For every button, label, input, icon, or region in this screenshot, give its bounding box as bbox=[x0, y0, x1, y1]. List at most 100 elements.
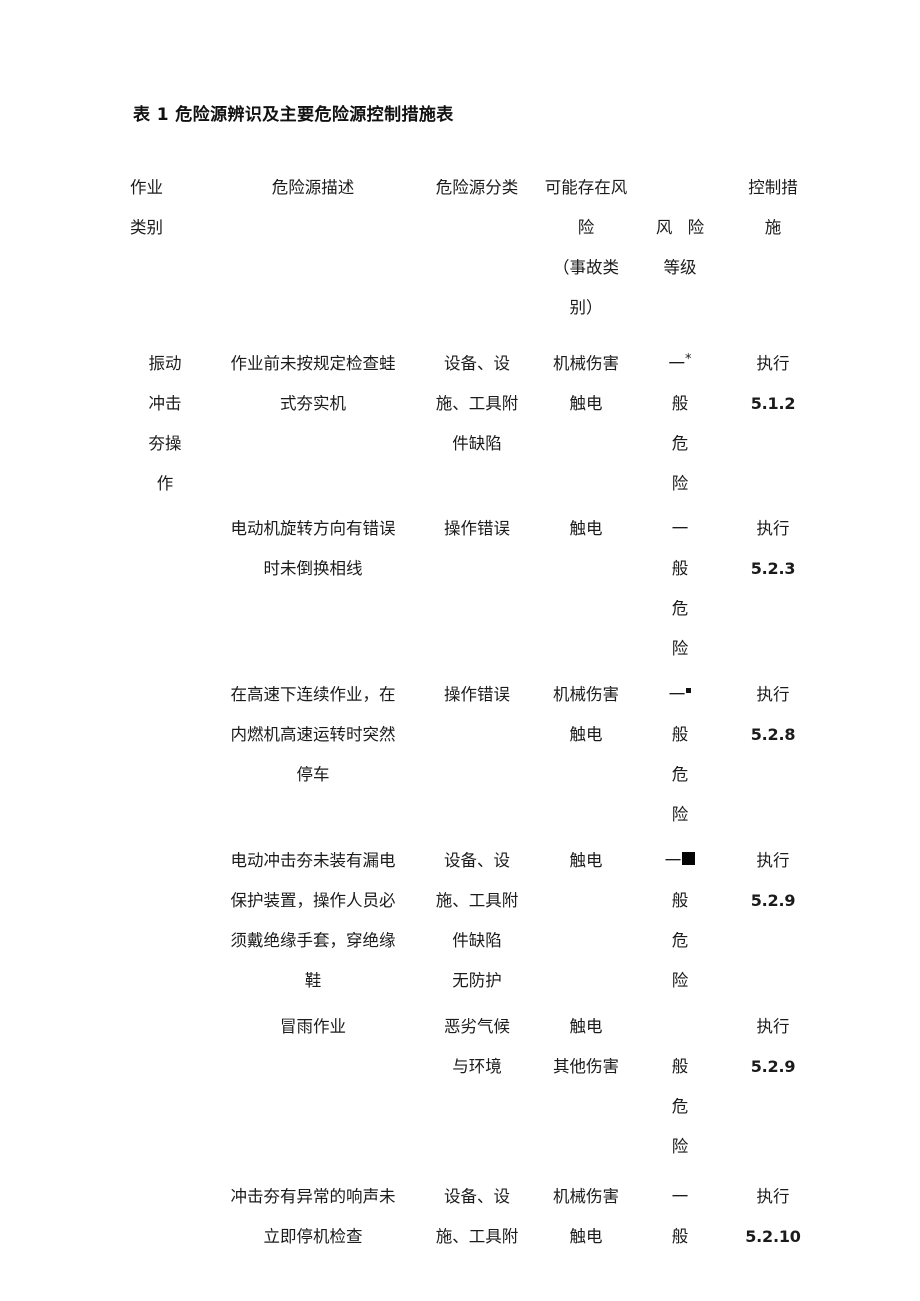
cell-classification: 恶劣气候 与环境 bbox=[422, 1007, 532, 1087]
description-line: 冒雨作业 bbox=[280, 1017, 346, 1036]
level-line: 一* bbox=[668, 352, 692, 373]
description-line: 内燃机高速运转时突然 bbox=[230, 725, 396, 744]
classification-line: 恶劣气候 bbox=[444, 1017, 510, 1036]
level-line: 般 bbox=[671, 891, 689, 910]
measure-line: 5.1.2 bbox=[720, 384, 826, 424]
cell-category: 振动 冲击 夯操作 bbox=[126, 344, 204, 504]
cell-level: 一般危险 bbox=[640, 841, 720, 1001]
hazard-table: 作业 类别 危险源描述 危险源分类 可能存在风 险 （事故类 别） 風 风 险 … bbox=[126, 168, 826, 1257]
level-line: 危 bbox=[671, 765, 689, 784]
header-risk-line-2: 险 bbox=[577, 218, 595, 237]
risk-line: 触电 bbox=[569, 725, 603, 744]
cell-level: 一* 般危险 bbox=[640, 344, 720, 504]
classification-line: 无防护 bbox=[452, 971, 502, 990]
measure-line: 执行 bbox=[756, 519, 790, 538]
level-line: 般 bbox=[671, 394, 689, 413]
cell-measure: 执行 5.2.9 bbox=[720, 1007, 826, 1087]
measure-line: 5.2.10 bbox=[720, 1217, 826, 1257]
description-line: 停车 bbox=[296, 765, 330, 784]
header-measure-line-2: 施 bbox=[764, 218, 782, 237]
measure-line: 5.2.3 bbox=[720, 549, 826, 589]
measure-line: 执行 bbox=[756, 851, 790, 870]
header-cell-measure: 控制措 施 bbox=[720, 168, 826, 248]
header-category-line-1: 作业 bbox=[130, 178, 163, 197]
page-title: 表 1 危险源辨识及主要危险源控制措施表 bbox=[133, 105, 454, 125]
measure-number: 5.2.10 bbox=[745, 1227, 801, 1246]
cell-description: 冒雨作业 bbox=[204, 1007, 422, 1047]
table-row: 电动机旋转方向有错误 时未倒换相线 操作错误 触电 一般危险 执行 5.2.3 bbox=[126, 509, 826, 669]
risk-line: 机械伤害 bbox=[553, 1187, 619, 1206]
header-cell-category: 作业 类别 bbox=[126, 168, 204, 248]
level-line: 一 bbox=[640, 675, 720, 715]
description-line: 作业前未按规定检查蛙 bbox=[230, 354, 396, 373]
measure-line: 执行 bbox=[756, 1017, 790, 1036]
classification-line: 操作错误 bbox=[444, 519, 510, 538]
level-line: 危 bbox=[671, 434, 689, 453]
header-level-line-2: 等级 bbox=[663, 258, 697, 277]
measure-line: 5.2.9 bbox=[720, 1047, 826, 1087]
cell-measure: 执行 5.2.10 bbox=[720, 1177, 826, 1257]
cell-risk: 触电 bbox=[532, 841, 640, 881]
measure-number: 5.2.9 bbox=[750, 891, 796, 910]
table-header-row: 作业 类别 危险源描述 危险源分类 可能存在风 险 （事故类 别） 風 风 险 … bbox=[126, 168, 826, 328]
table-row: 在高速下连续作业，在 内燃机高速运转时突然 停车 操作错误 机械伤害 触电一般危险执行 5.… bbox=[126, 675, 826, 835]
classification-line: 件缺陷 bbox=[452, 931, 502, 950]
asterisk-mark-icon: * bbox=[685, 352, 692, 367]
cell-classification: 操作错误 bbox=[422, 675, 532, 715]
level-line: 危 bbox=[671, 1097, 689, 1116]
risk-line: 触电 bbox=[569, 394, 603, 413]
cell-classification: 设备、设 施、工具附 bbox=[422, 1177, 532, 1257]
table-row: 冲击夯有异常的响声未 立即停机检查 设备、设 施、工具附 机械伤害 触电一般执行 5.2.1… bbox=[126, 1177, 826, 1257]
header-category-line-2: 类别 bbox=[130, 218, 163, 237]
header-measure-line-1: 控制措 bbox=[748, 178, 798, 197]
cell-measure: 执行 5.2.9 bbox=[720, 841, 826, 921]
classification-line: 与环境 bbox=[452, 1057, 502, 1076]
cell-measure: 执行 5.1.2 bbox=[720, 344, 826, 424]
classification-line: 件缺陷 bbox=[452, 434, 502, 453]
description-line: 鞋 bbox=[304, 971, 322, 990]
category-line: 冲击 bbox=[148, 394, 182, 413]
header-cell-risk: 可能存在风 险 （事故类 别） bbox=[532, 168, 640, 328]
cell-level: 一般 bbox=[640, 1177, 720, 1257]
square-mark-icon bbox=[682, 852, 696, 865]
classification-line: 设备、设 bbox=[444, 851, 510, 870]
measure-line: 5.2.8 bbox=[720, 715, 826, 755]
description-line: 保护装置，操作人员必 bbox=[230, 891, 396, 910]
table-row: 振动 冲击 夯操作作业前未按规定检查蛙 式夯实机 设备、设 施、工具附 件缺陷 机械伤害 触电一… bbox=[126, 344, 826, 504]
classification-line: 设备、设 bbox=[444, 354, 510, 373]
level-line: 险 bbox=[671, 474, 689, 493]
cell-level: 般危险 bbox=[640, 1007, 720, 1167]
classification-line: 施、工具附 bbox=[435, 1227, 519, 1246]
header-cell-description: 危险源描述 bbox=[204, 168, 422, 208]
table-row: 冒雨作业 恶劣气候 与环境 触电 其他伤害 般危险执行 5.2.9 bbox=[126, 1007, 826, 1167]
header-cell-classification: 危险源分类 bbox=[422, 168, 532, 208]
description-line: 须戴绝缘手套，穿绝缘 bbox=[230, 931, 396, 950]
cell-description: 冲击夯有异常的响声未 立即停机检查 bbox=[204, 1177, 422, 1257]
header-description-line-1: 危险源描述 bbox=[271, 178, 355, 197]
cell-description: 电动冲击夯未装有漏电 保护装置，操作人员必 须戴绝缘手套，穿绝缘鞋 bbox=[204, 841, 422, 1001]
measure-line: 执行 bbox=[756, 1187, 790, 1206]
cell-classification: 操作错误 bbox=[422, 509, 532, 549]
level-line: 险 bbox=[671, 1137, 689, 1156]
classification-line: 设备、设 bbox=[444, 1187, 510, 1206]
description-line: 式夯实机 bbox=[280, 394, 346, 413]
risk-line: 机械伤害 bbox=[553, 685, 619, 704]
description-line: 冲击夯有异常的响声未 bbox=[230, 1187, 396, 1206]
header-risk-line-3: （事故类 bbox=[553, 258, 619, 277]
level-line: 般 bbox=[671, 725, 689, 744]
measure-line: 执行 bbox=[756, 354, 790, 373]
cell-risk: 触电 其他伤害 bbox=[532, 1007, 640, 1087]
measure-number: 5.2.8 bbox=[750, 725, 796, 744]
measure-line: 执行 bbox=[756, 685, 790, 704]
description-line: 立即停机检查 bbox=[263, 1227, 363, 1246]
level-line: 险 bbox=[671, 971, 689, 990]
level-line: 一 bbox=[671, 1187, 689, 1206]
cell-level: 一般危险 bbox=[640, 509, 720, 669]
cell-classification: 设备、设 施、工具附 件缺陷 bbox=[422, 344, 532, 464]
measure-number: 5.2.3 bbox=[750, 559, 796, 578]
category-line: 作 bbox=[156, 474, 174, 493]
dot-mark-icon bbox=[686, 688, 692, 693]
classification-line: 施、工具附 bbox=[435, 891, 519, 910]
risk-line: 触电 bbox=[569, 1017, 603, 1036]
header-risk-line-4: 别） bbox=[569, 298, 603, 317]
